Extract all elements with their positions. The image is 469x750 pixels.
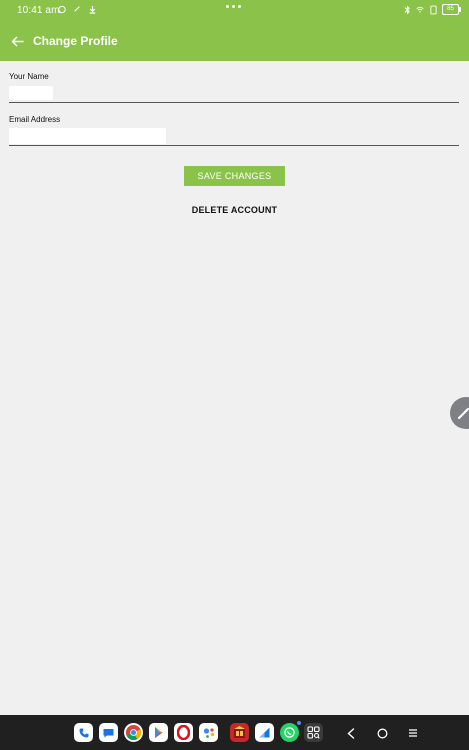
save-changes-button[interactable]: SAVE CHANGES: [184, 166, 285, 186]
recents-nav-icon[interactable]: [403, 723, 423, 743]
assistant-icon[interactable]: [199, 723, 218, 742]
whatsapp-icon[interactable]: [280, 723, 299, 742]
app-bar: Change Profile: [0, 22, 469, 61]
app-grid-icon[interactable]: [304, 723, 323, 742]
status-left-icons: [58, 4, 96, 14]
sim-icon: [429, 5, 437, 15]
notification-dot: [297, 721, 301, 725]
whatsapp-notification-icon: [58, 4, 66, 14]
play-store-icon[interactable]: [149, 723, 168, 742]
pen-icon: [457, 407, 469, 420]
status-time: 10:41 am: [17, 5, 60, 16]
back-button[interactable]: [6, 30, 28, 52]
pen-tool-handle[interactable]: [450, 397, 469, 429]
bluetooth-icon: [403, 5, 411, 15]
app-red-icon[interactable]: [230, 723, 249, 742]
name-input[interactable]: [9, 84, 459, 103]
opera-icon[interactable]: [174, 723, 193, 742]
arrow-left-icon: [11, 36, 24, 46]
status-bar: 10:41 am 85: [0, 0, 469, 22]
name-redaction: [9, 86, 53, 100]
files-icon[interactable]: [255, 723, 274, 742]
taskbar: [0, 715, 469, 750]
page-title: Change Profile: [33, 34, 118, 48]
email-label: Email Address: [9, 115, 61, 124]
delete-account-button[interactable]: DELETE ACCOUNT: [170, 202, 299, 218]
pen-notification-icon: [73, 4, 81, 14]
phone-icon[interactable]: [74, 723, 93, 742]
battery-icon: 85: [442, 4, 461, 15]
multi-window-handle-icon[interactable]: [226, 5, 241, 8]
home-nav-icon[interactable]: [372, 723, 392, 743]
chrome-icon[interactable]: [124, 723, 143, 742]
status-right-icons: 85: [403, 4, 461, 15]
name-label: Your Name: [9, 72, 49, 81]
messages-icon[interactable]: [99, 723, 118, 742]
wifi-icon: [416, 5, 424, 15]
back-nav-icon[interactable]: [341, 723, 361, 743]
download-notification-icon: [88, 4, 96, 14]
screen: 10:41 am 85 Change Profile Your Name Ema…: [0, 0, 469, 750]
email-redaction: [9, 128, 166, 144]
